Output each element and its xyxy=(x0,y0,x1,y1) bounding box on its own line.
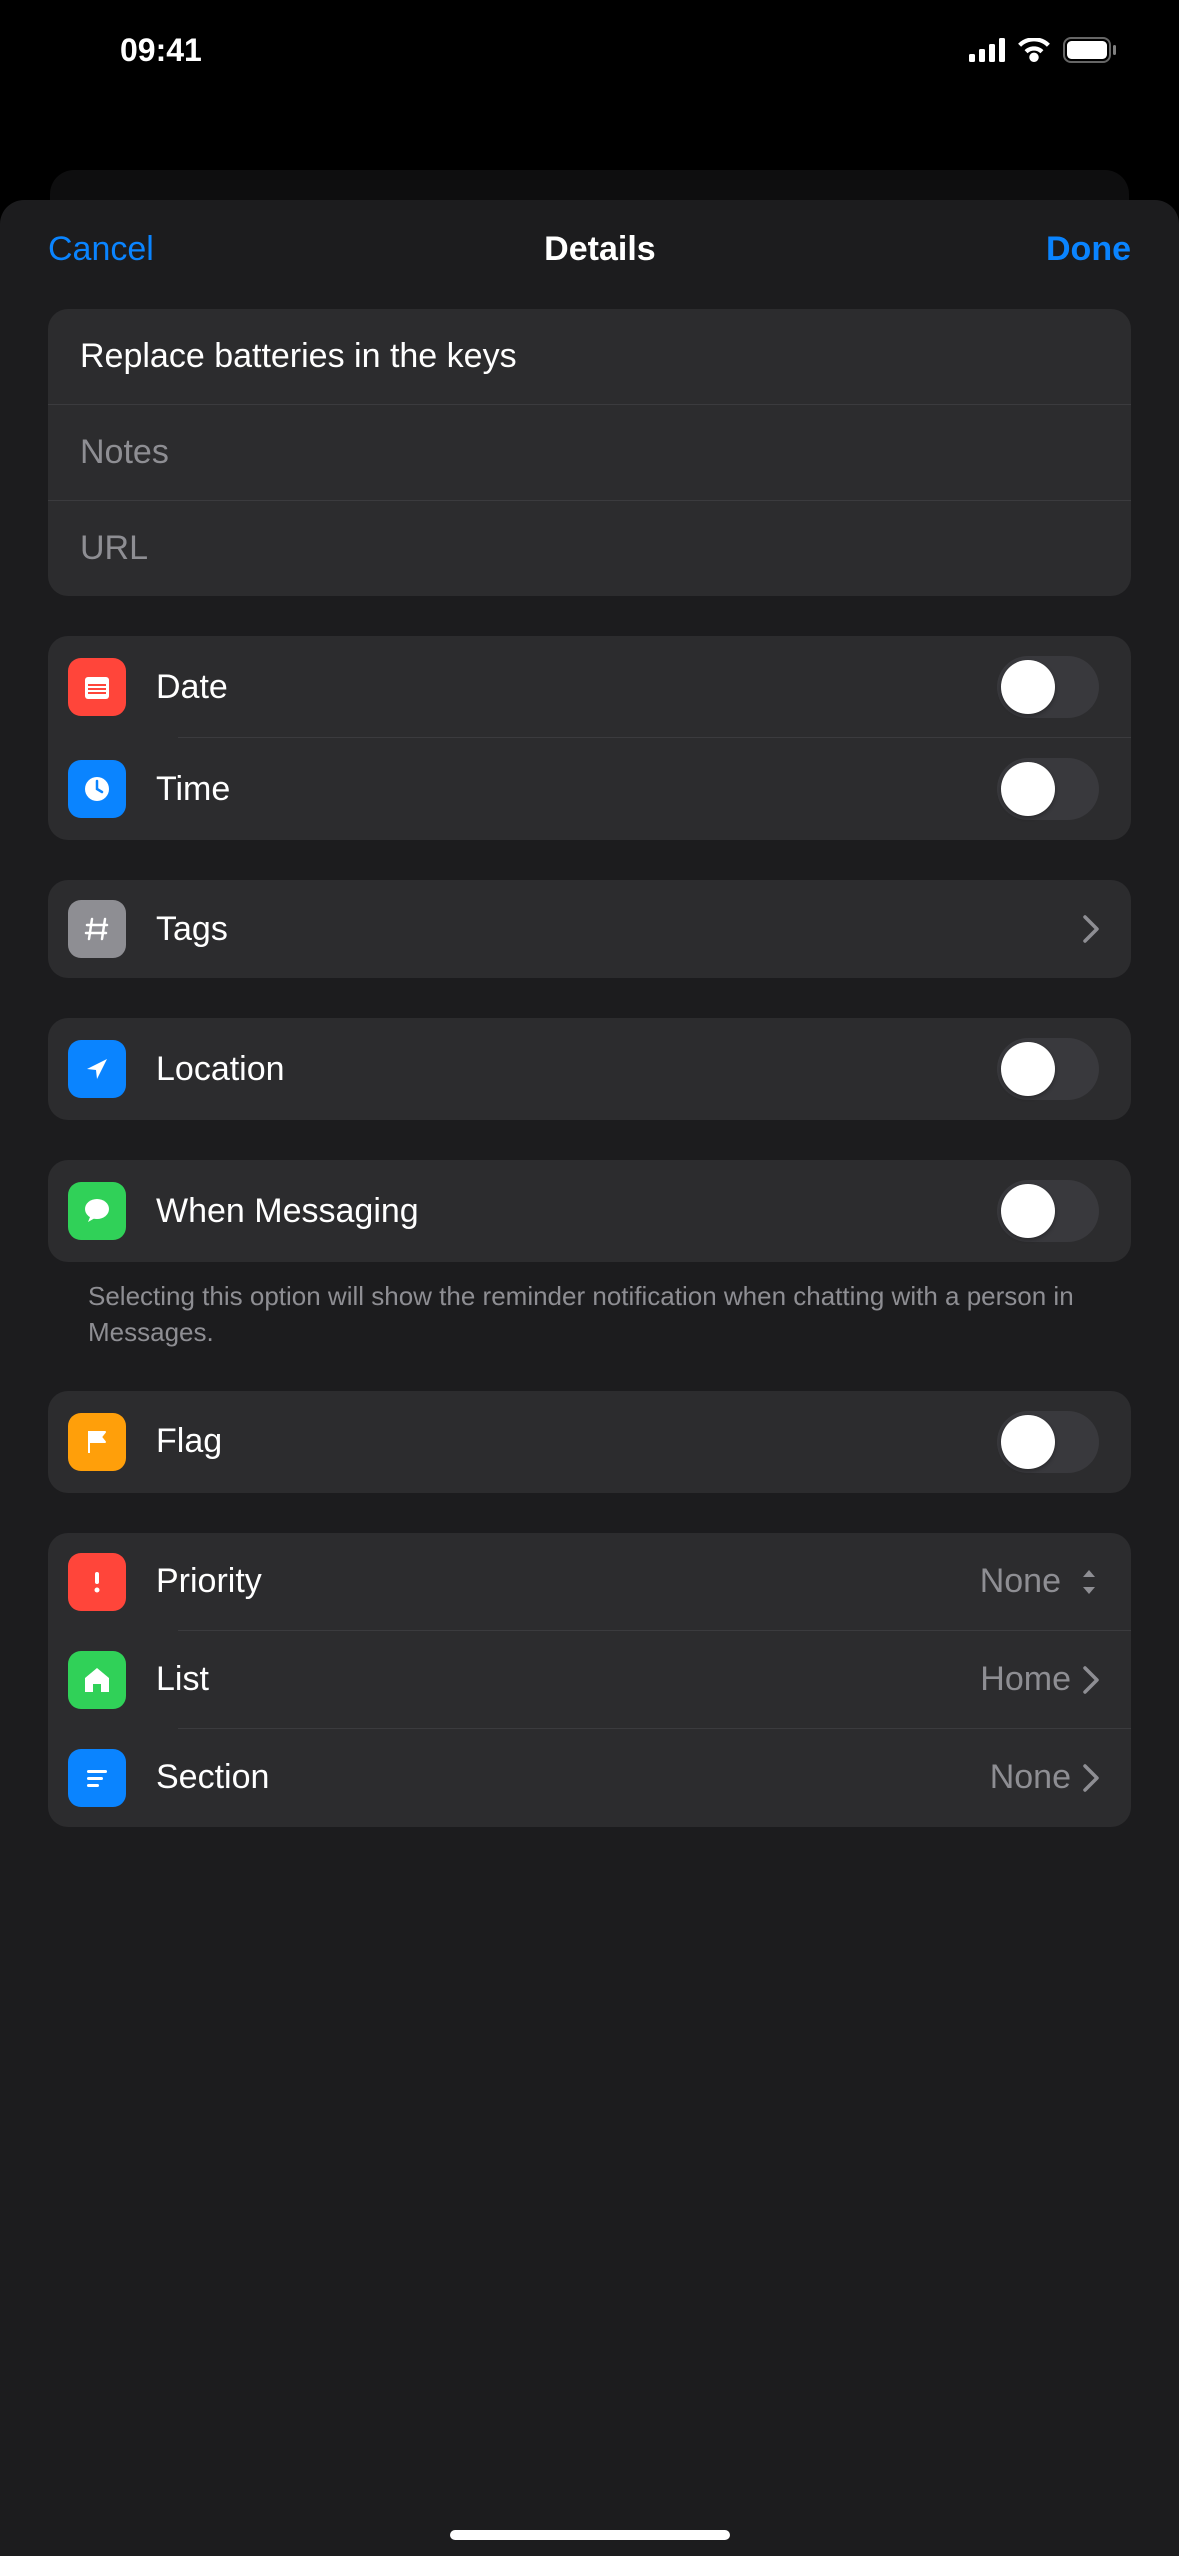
clock-icon xyxy=(68,760,126,818)
location-section: Location xyxy=(48,1018,1131,1120)
text-fields-section xyxy=(48,309,1131,596)
wifi-icon xyxy=(1017,38,1051,62)
flag-row[interactable]: Flag xyxy=(48,1391,1131,1493)
message-icon xyxy=(68,1182,126,1240)
chevron-right-icon xyxy=(1083,1666,1099,1694)
chevron-right-icon xyxy=(1083,1764,1099,1792)
status-time: 09:41 xyxy=(120,32,202,69)
tags-row[interactable]: Tags xyxy=(48,880,1131,978)
flag-section: Flag xyxy=(48,1391,1131,1493)
priority-row[interactable]: Priority None xyxy=(48,1533,1131,1631)
location-toggle[interactable] xyxy=(997,1038,1099,1100)
messaging-row[interactable]: When Messaging xyxy=(48,1160,1131,1262)
title-row xyxy=(48,309,1131,405)
location-row[interactable]: Location xyxy=(48,1018,1131,1120)
url-input[interactable] xyxy=(80,529,1099,568)
cellular-icon xyxy=(969,38,1005,62)
time-label: Time xyxy=(156,770,997,809)
exclamation-icon xyxy=(68,1553,126,1611)
priority-label: Priority xyxy=(156,1562,980,1601)
messaging-label: When Messaging xyxy=(156,1192,997,1231)
section-label: Section xyxy=(156,1758,990,1797)
section-value: None xyxy=(990,1758,1071,1797)
hash-icon xyxy=(68,900,126,958)
list-label: List xyxy=(156,1660,980,1699)
home-indicator[interactable] xyxy=(450,2530,730,2540)
calendar-icon xyxy=(68,658,126,716)
status-icons xyxy=(969,37,1119,63)
time-row[interactable]: Time xyxy=(48,738,1131,840)
url-row xyxy=(48,501,1131,596)
flag-toggle[interactable] xyxy=(997,1411,1099,1473)
section-row[interactable]: Section None xyxy=(48,1729,1131,1827)
up-down-icon xyxy=(1079,1568,1099,1596)
location-arrow-icon xyxy=(68,1040,126,1098)
status-bar: 09:41 xyxy=(0,0,1179,100)
datetime-section: Date Time xyxy=(48,636,1131,840)
flag-label: Flag xyxy=(156,1422,997,1461)
home-icon xyxy=(68,1651,126,1709)
notes-input[interactable] xyxy=(80,433,1099,472)
date-toggle[interactable] xyxy=(997,656,1099,718)
list-row[interactable]: List Home xyxy=(48,1631,1131,1729)
modal-title: Details xyxy=(544,230,656,269)
modal-header: Cancel Details Done xyxy=(0,200,1179,309)
cancel-button[interactable]: Cancel xyxy=(48,230,154,269)
notes-row xyxy=(48,405,1131,501)
battery-icon xyxy=(1063,37,1119,63)
title-input[interactable] xyxy=(80,337,1099,376)
priority-value: None xyxy=(980,1562,1061,1601)
done-button[interactable]: Done xyxy=(1046,230,1131,269)
details-modal: Cancel Details Done Date xyxy=(0,200,1179,2556)
chevron-right-icon xyxy=(1083,915,1099,943)
messaging-footer: Selecting this option will show the remi… xyxy=(48,1262,1131,1391)
date-label: Date xyxy=(156,668,997,707)
modal-content: Date Time Tags xyxy=(0,309,1179,1827)
tags-label: Tags xyxy=(156,910,1083,949)
list-icon xyxy=(68,1749,126,1807)
flag-icon xyxy=(68,1413,126,1471)
messaging-toggle[interactable] xyxy=(997,1180,1099,1242)
time-toggle[interactable] xyxy=(997,758,1099,820)
meta-section: Priority None List Home Section None xyxy=(48,1533,1131,1827)
date-row[interactable]: Date xyxy=(48,636,1131,738)
location-label: Location xyxy=(156,1050,997,1089)
list-value: Home xyxy=(980,1660,1071,1699)
tags-section: Tags xyxy=(48,880,1131,978)
messaging-section: When Messaging xyxy=(48,1160,1131,1262)
